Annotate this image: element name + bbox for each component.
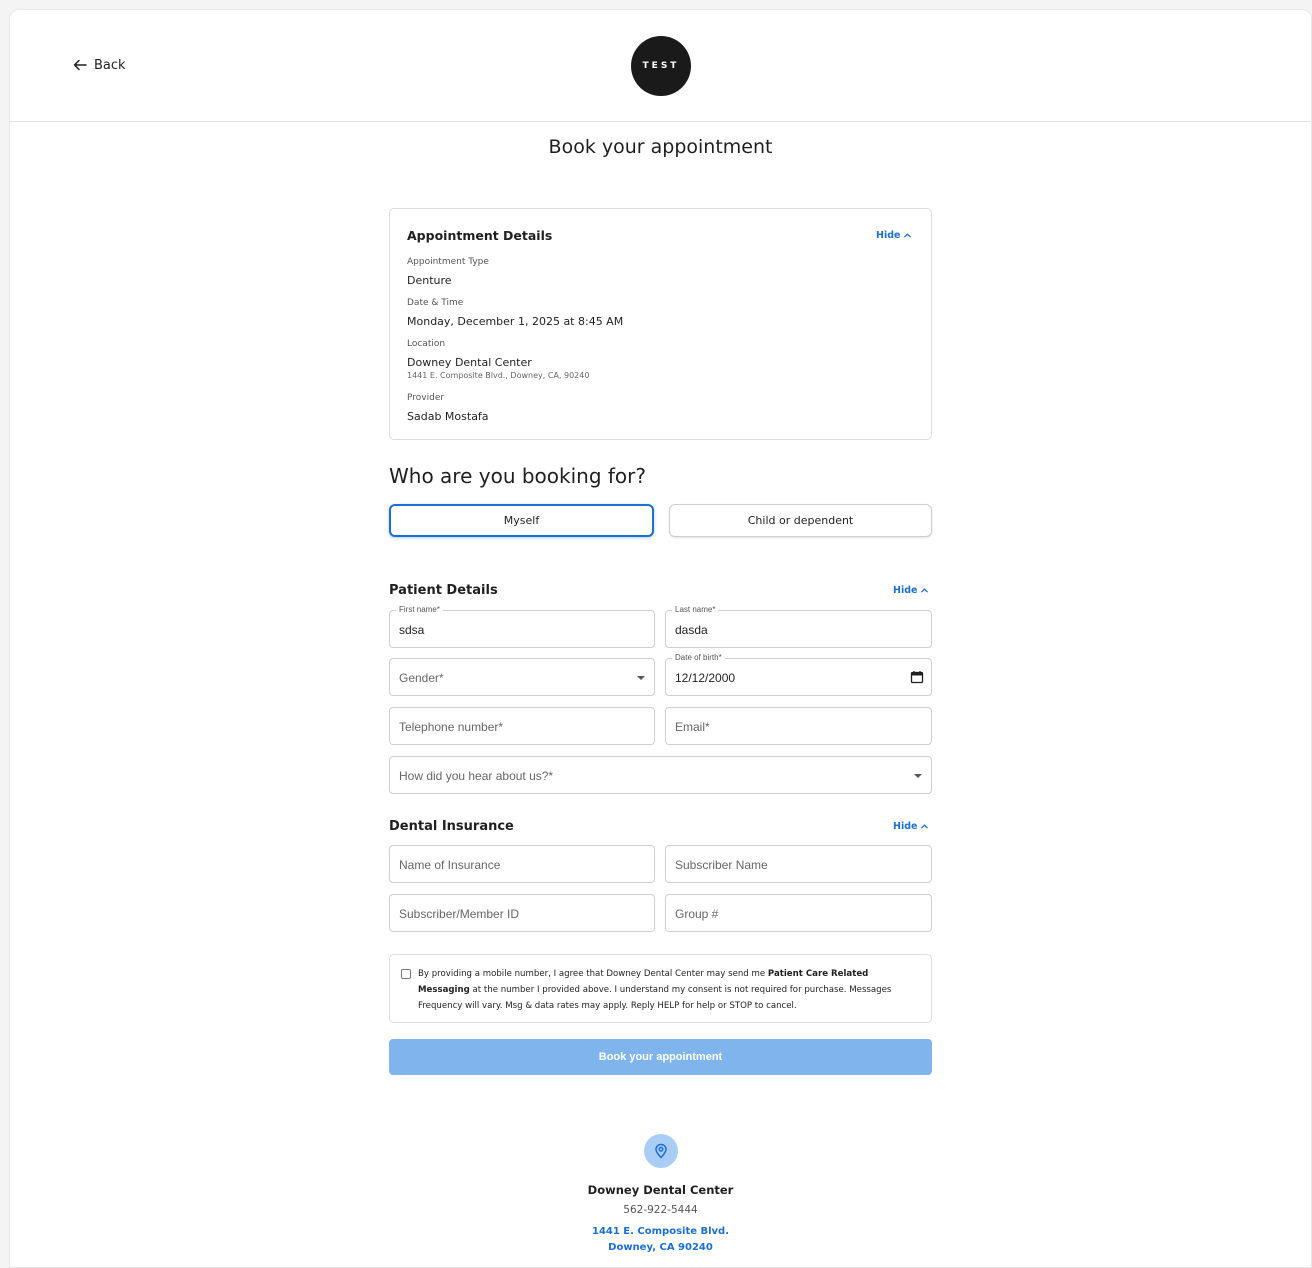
subscriber-name-input[interactable]: Subscriber Name: [665, 845, 932, 883]
chevron-up-icon: [921, 824, 929, 829]
consent-text-after: at the number I provided above. I unders…: [418, 985, 892, 1011]
group-number-placeholder: Group #: [675, 907, 719, 921]
header: Back TEST: [10, 10, 1311, 122]
email-placeholder: Email*: [675, 720, 710, 734]
footer-address-line1[interactable]: 1441 E. Composite Blvd.: [10, 1226, 1311, 1237]
subscriber-name-placeholder: Subscriber Name: [675, 858, 768, 872]
hide-label: Hide: [893, 585, 918, 596]
hide-label: Hide: [876, 230, 901, 241]
dental-insurance-title: Dental Insurance: [389, 819, 514, 834]
member-id-input[interactable]: Subscriber/Member ID: [389, 894, 655, 932]
referral-source-select[interactable]: How did you hear about us?*: [389, 756, 932, 794]
last-name-value: dasda: [675, 623, 708, 637]
date-of-birth-label: Date of birth*: [672, 653, 725, 662]
location-pin-icon: [655, 1143, 667, 1159]
gender-select[interactable]: Gender*: [389, 658, 655, 696]
provider-label: Provider: [407, 393, 445, 403]
provider-value: Sadab Mostafa: [407, 410, 489, 423]
calendar-icon[interactable]: [910, 670, 924, 684]
patient-details-title: Patient Details: [389, 583, 498, 598]
page-title: Book your appointment: [548, 136, 773, 158]
location-name: Downey Dental Center: [407, 356, 532, 369]
option-myself[interactable]: Myself: [389, 504, 654, 537]
last-name-label: Last name*: [672, 605, 719, 614]
appointment-details-hide-toggle[interactable]: Hide: [876, 230, 912, 241]
first-name-value: sdsa: [399, 623, 425, 637]
arrow-left-icon: [73, 59, 87, 71]
book-appointment-button[interactable]: Book your appointment: [389, 1039, 932, 1075]
gender-placeholder: Gender*: [399, 671, 444, 685]
location-address: 1441 E. Composite Blvd., Downey, CA, 902…: [407, 371, 590, 380]
group-number-input[interactable]: Group #: [665, 894, 932, 932]
location-pin-badge: [644, 1134, 678, 1168]
last-name-field[interactable]: Last name* dasda: [665, 605, 932, 648]
first-name-field[interactable]: First name* sdsa: [389, 605, 655, 648]
caret-down-icon: [637, 676, 645, 680]
referral-placeholder: How did you hear about us?*: [399, 769, 554, 783]
telephone-placeholder: Telephone number*: [399, 720, 504, 734]
back-label: Back: [94, 57, 126, 73]
insurance-name-placeholder: Name of Insurance: [399, 858, 501, 872]
consent-box: By providing a mobile number, I agree th…: [389, 954, 932, 1023]
caret-down-icon: [914, 774, 922, 778]
first-name-label: First name*: [396, 605, 443, 614]
date-of-birth-value: 12/12/2000: [675, 671, 736, 685]
appointment-details-title: Appointment Details: [407, 228, 553, 243]
back-button[interactable]: Back: [72, 57, 126, 73]
email-input[interactable]: Email*: [665, 707, 932, 745]
footer-address-line2[interactable]: Downey, CA 90240: [10, 1242, 1311, 1253]
dental-insurance-hide-toggle[interactable]: Hide: [893, 821, 929, 832]
insurance-name-input[interactable]: Name of Insurance: [389, 845, 655, 883]
page-frame: Back TEST Book your appointment Appointm…: [9, 9, 1312, 1268]
member-id-placeholder: Subscriber/Member ID: [399, 907, 520, 921]
appointment-details-card: Appointment Details Hide Appointment Typ…: [389, 208, 932, 440]
chevron-up-icon: [904, 233, 912, 238]
telephone-input[interactable]: Telephone number*: [389, 707, 655, 745]
logo: TEST: [631, 36, 691, 96]
datetime-value: Monday, December 1, 2025 at 8:45 AM: [407, 315, 624, 328]
appointment-type-label: Appointment Type: [407, 257, 489, 267]
booking-for-title: Who are you booking for?: [389, 464, 647, 488]
hide-label: Hide: [893, 821, 918, 832]
option-child-or-dependent[interactable]: Child or dependent: [669, 504, 932, 537]
patient-details-hide-toggle[interactable]: Hide: [893, 585, 929, 596]
location-label: Location: [407, 339, 446, 349]
datetime-label: Date & Time: [407, 298, 464, 308]
consent-checkbox[interactable]: [401, 969, 411, 979]
chevron-up-icon: [921, 588, 929, 593]
date-of-birth-field[interactable]: Date of birth* 12/12/2000: [665, 653, 932, 696]
footer-practice-name: Downey Dental Center: [587, 1183, 734, 1197]
appointment-type-value: Denture: [407, 274, 452, 287]
consent-text-before: By providing a mobile number, I agree th…: [418, 969, 768, 979]
footer-phone: 562-922-5444: [623, 1204, 698, 1216]
consent-text: By providing a mobile number, I agree th…: [418, 966, 918, 1014]
